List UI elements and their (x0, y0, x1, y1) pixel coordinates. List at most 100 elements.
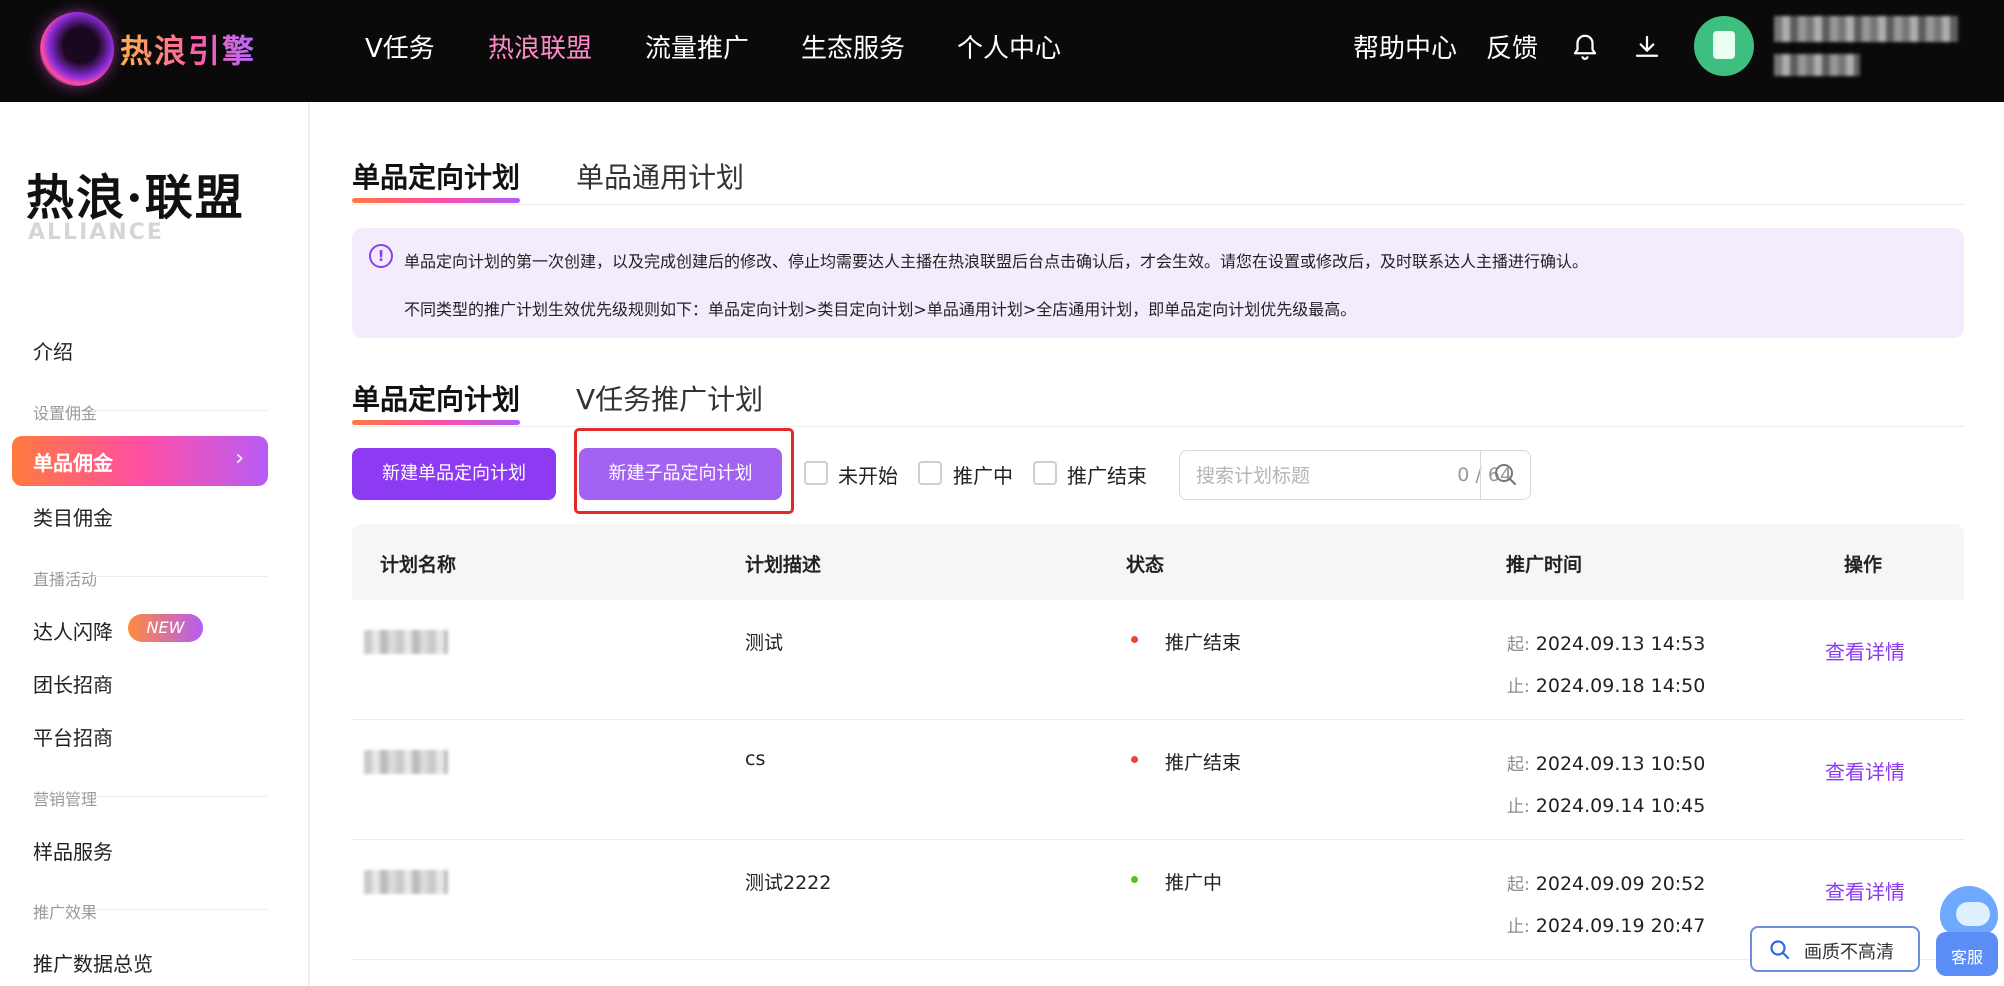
divider (92, 576, 268, 577)
plan-name-redacted (364, 750, 448, 774)
sidebar-item-leader-recruit[interactable]: 团长招商 (33, 669, 113, 698)
customer-service-button[interactable]: 客服 (1936, 886, 1998, 976)
status-text: 推广中 (1165, 872, 1223, 894)
end-time-label: 止: (1507, 797, 1530, 817)
new-badge: NEW (128, 614, 203, 642)
filter-promoting-label[interactable]: 推广中 (953, 460, 1013, 489)
end-time-value: 2024.09.18 14:50 (1535, 675, 1706, 697)
start-time-label: 起: (1507, 755, 1530, 775)
plan-name-redacted (364, 630, 448, 654)
tab-single-general-plan[interactable]: 单品通用计划 (576, 156, 744, 196)
sidebar-item-single-commission[interactable]: 单品佣金 › (12, 436, 268, 486)
sidebar-brand-subtitle: ALLIANCE (28, 220, 164, 245)
divider (92, 909, 268, 910)
start-time-value: 2024.09.13 10:50 (1535, 753, 1706, 775)
end-time-value: 2024.09.14 10:45 (1535, 795, 1706, 817)
highlight-box (574, 428, 794, 514)
start-time-value: 2024.09.13 14:53 (1535, 633, 1706, 655)
sidebar-item-category-commission[interactable]: 类目佣金 (33, 502, 113, 531)
end-time-value: 2024.09.19 20:47 (1535, 915, 1706, 937)
search-button[interactable] (1480, 451, 1530, 499)
column-header-status: 状态 (1126, 554, 1165, 576)
notice-text-1: 单品定向计划的第一次创建，以及完成创建后的修改、停止均需要达人主播在热浪联盟后台… (404, 252, 1589, 271)
chevron-right-icon: › (235, 446, 244, 471)
bell-icon[interactable] (1570, 32, 1600, 62)
filter-not-started-label[interactable]: 未开始 (838, 460, 898, 489)
tab-active-indicator (352, 198, 520, 203)
end-time: 止: 2024.09.19 20:47 (1507, 912, 1705, 937)
sidebar-group-live: 直播活动 (33, 570, 98, 589)
sidebar-group-marketing: 营销管理 (33, 790, 98, 809)
info-icon: ! (369, 244, 393, 268)
start-time: 起: 2024.09.13 10:50 (1507, 750, 1705, 775)
view-detail-link[interactable]: 查看详情 (1825, 756, 1905, 785)
image-quality-label: 画质不高清 (1804, 942, 1894, 963)
end-time: 止: 2024.09.18 14:50 (1507, 672, 1705, 697)
tab-single-directed-plan[interactable]: 单品定向计划 (352, 156, 520, 196)
sidebar-item-talent-flash[interactable]: 达人闪降 (33, 616, 113, 645)
search-input[interactable] (1196, 461, 1426, 491)
column-header-name: 计划名称 (380, 554, 457, 576)
customer-service-label: 客服 (1950, 948, 1983, 967)
sidebar-group-effect: 推广效果 (33, 903, 98, 922)
end-time: 止: 2024.09.14 10:45 (1507, 792, 1705, 817)
username-redacted (1774, 16, 1958, 42)
plan-name-redacted (364, 870, 448, 894)
sidebar-item-platform-recruit[interactable]: 平台招商 (33, 722, 113, 751)
status-text: 推广结束 (1165, 752, 1242, 774)
column-header-time: 推广时间 (1506, 554, 1583, 576)
plan-description: 测试 (745, 632, 784, 654)
nav-alliance[interactable]: 热浪联盟 (488, 28, 592, 65)
subtab-single-directed-plan[interactable]: 单品定向计划 (352, 378, 520, 418)
table-row: 测试 推广结束 起: 2024.09.13 14:53 止: 2024.09.1… (352, 600, 1964, 720)
filter-ended-checkbox[interactable] (1033, 461, 1057, 485)
status-dot (1131, 876, 1138, 883)
subtab-v-task-plan[interactable]: V任务推广计划 (576, 378, 763, 418)
subtab-active-indicator (352, 420, 520, 425)
view-detail-link[interactable]: 查看详情 (1825, 636, 1905, 665)
download-icon[interactable] (1632, 32, 1662, 62)
status-dot (1131, 636, 1138, 643)
avatar[interactable] (1694, 16, 1754, 76)
search-icon (1495, 464, 1516, 485)
divider (92, 796, 268, 797)
search-box: 0 / 64 (1179, 450, 1531, 500)
logo-text[interactable]: 热浪引擎 (120, 26, 256, 72)
account-info-redacted (1774, 54, 1860, 76)
notice-banner: ! 单品定向计划的第一次创建，以及完成创建后的修改、停止均需要达人主播在热浪联盟… (352, 228, 1964, 338)
end-time-label: 止: (1507, 677, 1530, 697)
mascot-icon (1940, 886, 1998, 936)
sidebar-brand-title: 热浪·联盟 (26, 170, 245, 226)
nav-ecosystem[interactable]: 生态服务 (801, 28, 905, 65)
sidebar-item-intro[interactable]: 介绍 (33, 336, 73, 365)
view-detail-link[interactable]: 查看详情 (1825, 876, 1905, 905)
nav-traffic[interactable]: 流量推广 (645, 28, 749, 65)
feedback-link[interactable]: 反馈 (1486, 28, 1538, 65)
sidebar-item-label: 单品佣金 (33, 451, 113, 475)
sidebar-item-sample-service[interactable]: 样品服务 (33, 836, 113, 865)
table-row: 测试2222 推广中 起: 2024.09.09 20:52 止: 2024.0… (352, 840, 1964, 960)
status-dot (1131, 756, 1138, 763)
start-time-label: 起: (1507, 875, 1530, 895)
logo-icon[interactable] (40, 12, 114, 86)
plan-description: 测试2222 (745, 872, 832, 894)
subtab-divider (352, 426, 1964, 427)
nav-v-task[interactable]: V任务 (365, 28, 435, 65)
column-header-description: 计划描述 (745, 554, 822, 576)
status-text: 推广结束 (1165, 632, 1242, 654)
new-single-plan-button[interactable]: 新建单品定向计划 (352, 448, 556, 500)
divider (92, 410, 268, 411)
sidebar-item-data-overview[interactable]: 推广数据总览 (33, 948, 153, 977)
filter-not-started-checkbox[interactable] (804, 461, 828, 485)
sidebar-group-commission: 设置佣金 (33, 404, 98, 423)
start-time: 起: 2024.09.13 14:53 (1507, 630, 1705, 655)
help-center-link[interactable]: 帮助中心 (1353, 28, 1457, 65)
image-quality-button[interactable]: 画质不高清 (1750, 926, 1920, 972)
nav-personal-center[interactable]: 个人中心 (957, 28, 1061, 65)
column-header-action: 操作 (1844, 554, 1883, 576)
sidebar: 热浪·联盟 ALLIANCE 介绍 设置佣金 单品佣金 › 类目佣金 直播活动 … (0, 102, 310, 986)
table-row: cs 推广结束 起: 2024.09.13 10:50 止: 2024.09.1… (352, 720, 1964, 840)
filter-ended-label[interactable]: 推广结束 (1067, 460, 1147, 489)
end-time-label: 止: (1507, 917, 1530, 937)
filter-promoting-checkbox[interactable] (918, 461, 942, 485)
